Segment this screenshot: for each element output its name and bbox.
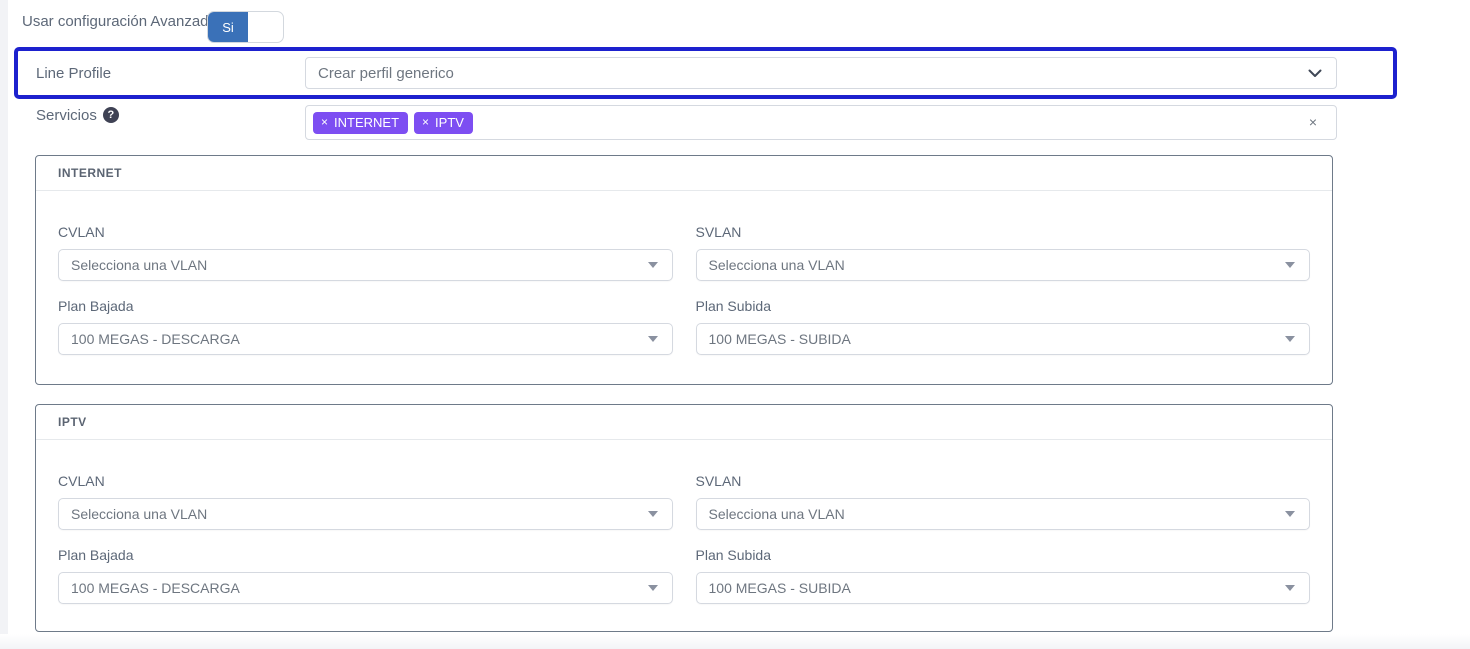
panel-iptv-title: IPTV xyxy=(36,405,1332,440)
svlan-select[interactable]: Selecciona una VLAN xyxy=(696,498,1311,530)
cvlan-label: CVLAN xyxy=(58,224,673,240)
plan-bajada-value: 100 MEGAS - DESCARGA xyxy=(71,331,240,347)
cvlan-select[interactable]: Selecciona una VLAN xyxy=(58,498,673,530)
field-svlan: SVLAN Selecciona una VLAN xyxy=(696,224,1311,281)
remove-tag-icon[interactable]: × xyxy=(422,115,429,129)
plan-subida-value: 100 MEGAS - SUBIDA xyxy=(709,331,851,347)
field-plan-bajada: Plan Bajada 100 MEGAS - DESCARGA xyxy=(58,547,673,604)
line-profile-select[interactable]: Crear perfil generico xyxy=(305,57,1337,89)
tag-label: INTERNET xyxy=(334,115,399,130)
advanced-config-toggle[interactable]: Si xyxy=(207,11,284,43)
field-cvlan: CVLAN Selecciona una VLAN xyxy=(58,473,673,530)
field-svlan: SVLAN Selecciona una VLAN xyxy=(696,473,1311,530)
line-profile-selected-value: Crear perfil generico xyxy=(318,65,454,82)
svlan-label: SVLAN xyxy=(696,224,1311,240)
servicios-multiselect[interactable]: × INTERNET × IPTV × xyxy=(305,105,1337,140)
svlan-label: SVLAN xyxy=(696,473,1311,489)
plan-bajada-value: 100 MEGAS - DESCARGA xyxy=(71,580,240,596)
caret-down-icon xyxy=(1285,262,1295,268)
field-plan-bajada: Plan Bajada 100 MEGAS - DESCARGA xyxy=(58,298,673,355)
panel-internet: INTERNET CVLAN Selecciona una VLAN SVLAN… xyxy=(35,155,1333,385)
caret-down-icon xyxy=(1285,511,1295,517)
help-icon[interactable]: ? xyxy=(103,107,119,123)
servicios-tag-iptv: × IPTV xyxy=(414,112,473,134)
caret-down-icon xyxy=(648,262,658,268)
caret-down-icon xyxy=(648,336,658,342)
remove-tag-icon[interactable]: × xyxy=(321,115,328,129)
advanced-config-label: Usar configuración Avanzada xyxy=(22,13,217,30)
cvlan-select[interactable]: Selecciona una VLAN xyxy=(58,249,673,281)
plan-subida-label: Plan Subida xyxy=(696,298,1311,314)
chevron-down-icon xyxy=(1308,69,1322,78)
caret-down-icon xyxy=(1285,585,1295,591)
plan-bajada-label: Plan Bajada xyxy=(58,298,673,314)
plan-bajada-select[interactable]: 100 MEGAS - DESCARGA xyxy=(58,572,673,604)
toggle-off-segment xyxy=(248,12,283,42)
caret-down-icon xyxy=(648,585,658,591)
page-left-margin xyxy=(0,0,8,649)
clear-all-icon[interactable]: × xyxy=(1309,115,1317,129)
cvlan-value: Selecciona una VLAN xyxy=(71,257,207,273)
line-profile-row-highlight: Line Profile Crear perfil generico xyxy=(14,47,1397,99)
svlan-select[interactable]: Selecciona una VLAN xyxy=(696,249,1311,281)
plan-bajada-label: Plan Bajada xyxy=(58,547,673,563)
tag-label: IPTV xyxy=(435,115,464,130)
svlan-value: Selecciona una VLAN xyxy=(709,257,845,273)
caret-down-icon xyxy=(1285,336,1295,342)
cvlan-label: CVLAN xyxy=(58,473,673,489)
field-cvlan: CVLAN Selecciona una VLAN xyxy=(58,224,673,281)
field-plan-subida: Plan Subida 100 MEGAS - SUBIDA xyxy=(696,547,1311,604)
plan-subida-select[interactable]: 100 MEGAS - SUBIDA xyxy=(696,572,1311,604)
servicios-label: Servicios xyxy=(36,107,97,124)
panel-internet-title: INTERNET xyxy=(36,156,1332,191)
page-bottom-background xyxy=(0,634,1470,649)
svlan-value: Selecciona una VLAN xyxy=(709,506,845,522)
toggle-on-segment: Si xyxy=(208,12,248,42)
plan-bajada-select[interactable]: 100 MEGAS - DESCARGA xyxy=(58,323,673,355)
panel-iptv: IPTV CVLAN Selecciona una VLAN SVLAN Sel… xyxy=(35,404,1333,632)
caret-down-icon xyxy=(648,511,658,517)
servicios-tag-internet: × INTERNET xyxy=(313,112,408,134)
servicios-label-group: Servicios ? xyxy=(36,105,119,125)
plan-subida-select[interactable]: 100 MEGAS - SUBIDA xyxy=(696,323,1311,355)
field-plan-subida: Plan Subida 100 MEGAS - SUBIDA xyxy=(696,298,1311,355)
plan-subida-value: 100 MEGAS - SUBIDA xyxy=(709,580,851,596)
plan-subida-label: Plan Subida xyxy=(696,547,1311,563)
line-profile-label: Line Profile xyxy=(36,65,305,82)
cvlan-value: Selecciona una VLAN xyxy=(71,506,207,522)
